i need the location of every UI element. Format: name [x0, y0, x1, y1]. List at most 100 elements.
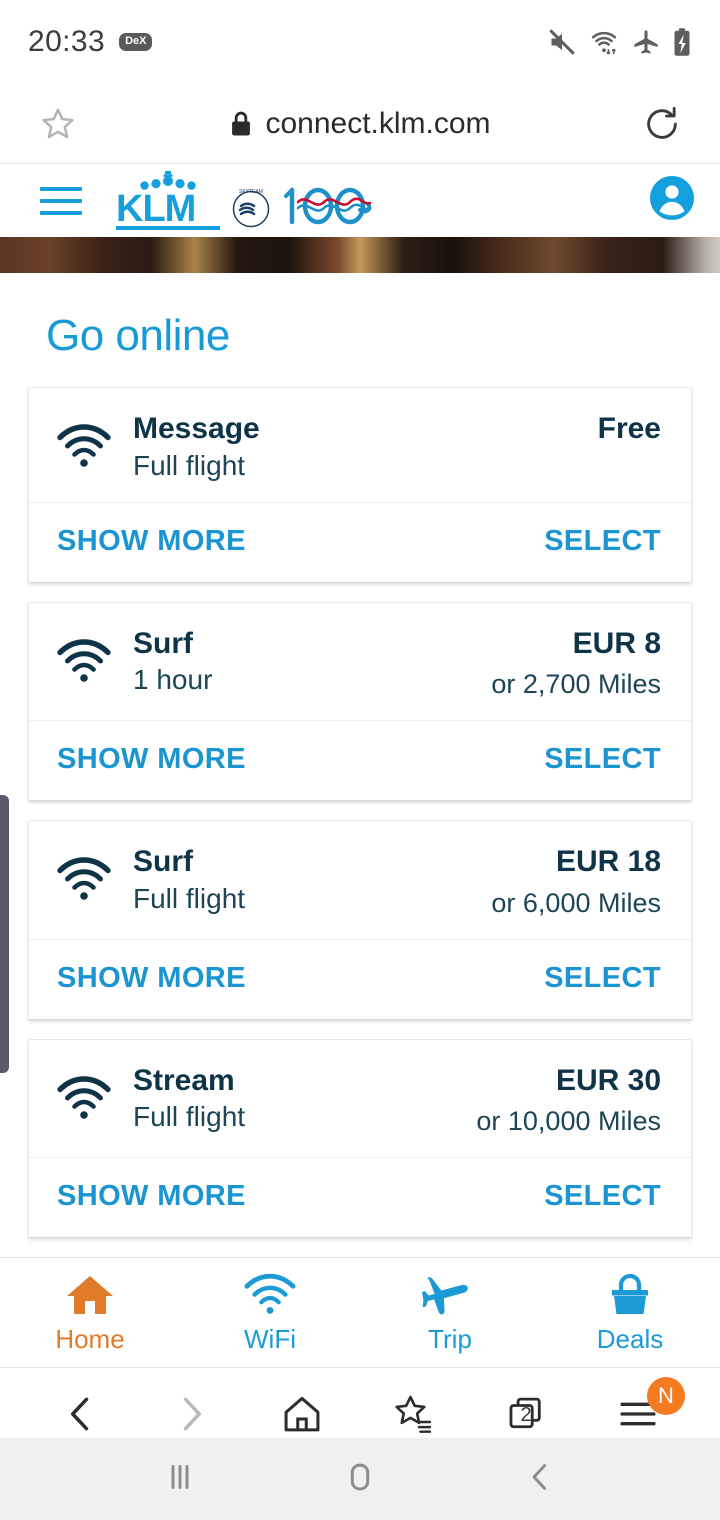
site-header: KLM SKYTEAM: [0, 164, 720, 237]
wifi-icon: [57, 1064, 129, 1125]
edge-panel-handle[interactable]: [0, 795, 9, 1073]
offer-card[interactable]: Surf Full flight EUR 18 or 6,000 Miles S…: [28, 820, 692, 1020]
account-icon[interactable]: [648, 174, 696, 227]
nav-item-trip[interactable]: Trip: [360, 1272, 540, 1355]
offer-card-actions: SHOW MORE SELECT: [29, 720, 691, 800]
back-chevron-icon: [532, 1463, 547, 1490]
klm-brand-mark: KLM: [116, 170, 220, 231]
offer-card-body: Surf 1 hour EUR 8 or 2,700 Miles: [29, 603, 691, 721]
offer-price-block: EUR 8 or 2,700 Miles: [491, 627, 661, 701]
offer-name: Surf: [133, 845, 193, 878]
browser-home-button[interactable]: [279, 1391, 325, 1437]
recents-icon: [171, 1464, 189, 1489]
show-more-button[interactable]: SHOW MORE: [57, 525, 246, 558]
nav-item-wifi[interactable]: WiFi: [180, 1272, 360, 1355]
app-bottom-nav: Home WiFi Trip Deals: [0, 1257, 720, 1367]
browser-menu-button[interactable]: N: [615, 1376, 685, 1434]
select-button[interactable]: SELECT: [544, 1180, 661, 1213]
offer-duration: Full flight: [133, 449, 246, 481]
wifi-icon: [244, 1273, 296, 1314]
show-more-button[interactable]: SHOW MORE: [57, 962, 246, 995]
hero-banner-image: [0, 237, 720, 273]
phone-screen: 20:33 DeX connect.klm.com KLM SKYTEAM Go…: [0, 0, 720, 1520]
wifi-icon: [57, 627, 129, 688]
url-text: connect.klm.com: [265, 106, 491, 140]
select-button[interactable]: SELECT: [544, 743, 661, 776]
offer-card-actions: SHOW MORE SELECT: [29, 938, 691, 1019]
nav-item-home[interactable]: Home: [0, 1272, 180, 1355]
offer-card-info: Stream Full flight: [129, 1064, 245, 1134]
wifi-icon: [57, 412, 129, 473]
browser-tabs-button[interactable]: 2: [503, 1391, 549, 1437]
airplane-icon: [421, 1277, 468, 1315]
klm-logo[interactable]: KLM SKYTEAM: [116, 170, 376, 231]
nav-item-deals[interactable]: Deals: [540, 1272, 720, 1355]
wifi-icon: [591, 31, 617, 55]
url-display[interactable]: connect.klm.com: [78, 107, 642, 141]
offer-card[interactable]: Message Full flight Free SHOW MORE SELEC…: [28, 387, 692, 583]
offer-price: EUR 8: [572, 626, 661, 660]
menu-notification-badge: N: [647, 1376, 685, 1415]
select-button[interactable]: SELECT: [544, 962, 661, 995]
status-bar-left: 20:33 DeX: [28, 25, 153, 59]
nav-label-home: Home: [55, 1324, 125, 1354]
star-icon[interactable]: [38, 104, 78, 144]
home-button[interactable]: [339, 1456, 381, 1503]
klm-wordmark: KLM: [116, 190, 220, 231]
page-content: Go online Message Full flight Free SHOW …: [0, 273, 720, 1238]
offer-miles: or 2,700 Miles: [491, 669, 661, 699]
offer-card-actions: SHOW MORE SELECT: [29, 501, 691, 582]
mute-icon: [549, 29, 575, 55]
back-icon: [71, 1397, 89, 1430]
forward-icon: [183, 1397, 201, 1430]
browser-bookmarks-button[interactable]: [391, 1391, 437, 1437]
offer-card[interactable]: Surf 1 hour EUR 8 or 2,700 Miles SHOW MO…: [28, 601, 692, 801]
offer-name: Stream: [133, 1063, 235, 1097]
offer-price: Free: [597, 412, 661, 445]
bag-icon: [612, 1273, 648, 1314]
house-icon: [67, 1276, 113, 1314]
show-more-button[interactable]: SHOW MORE: [57, 1180, 246, 1213]
select-button[interactable]: SELECT: [544, 525, 661, 558]
browser-url-bar[interactable]: connect.klm.com: [0, 84, 720, 164]
skyteam-icon: SKYTEAM: [232, 189, 270, 228]
status-time: 20:33: [28, 25, 106, 58]
browser-forward-button[interactable]: [169, 1392, 213, 1436]
offer-card-body: Surf Full flight EUR 18 or 6,000 Miles: [29, 821, 691, 939]
status-bar: 20:33 DeX: [0, 0, 720, 84]
airplane-mode-icon: [634, 30, 658, 54]
offer-duration: 1 hour: [133, 664, 213, 695]
offer-price-block: EUR 30 or 10,000 Miles: [476, 1064, 661, 1138]
offer-price-block: Free: [598, 412, 661, 455]
nav-label-wifi: WiFi: [244, 1324, 296, 1354]
wifi-icon: [57, 845, 129, 906]
nav-label-deals: Deals: [596, 1324, 664, 1354]
offer-miles: or 6,000 Miles: [491, 887, 661, 918]
back-button[interactable]: [519, 1456, 561, 1503]
offer-name: Surf: [133, 626, 193, 660]
lock-icon: [232, 111, 251, 135]
offer-miles: or 10,000 Miles: [476, 1106, 661, 1136]
offer-card-body: Message Full flight Free: [29, 388, 691, 502]
offer-card-body: Stream Full flight EUR 30 or 10,000 Mile…: [29, 1040, 691, 1158]
battery-charging-icon: [674, 28, 690, 56]
show-more-button[interactable]: SHOW MORE: [57, 743, 246, 776]
offer-card-info: Message Full flight: [129, 412, 260, 482]
offer-price-block: EUR 18 or 6,000 Miles: [491, 845, 661, 919]
system-navigation-bar: [0, 1438, 720, 1520]
offer-card[interactable]: Stream Full flight EUR 30 or 10,000 Mile…: [28, 1038, 692, 1238]
offer-price: EUR 18: [555, 845, 661, 878]
nav-label-trip: Trip: [428, 1324, 472, 1354]
browser-back-button[interactable]: [59, 1392, 103, 1436]
status-bar-right: [547, 27, 692, 57]
offer-card-info: Surf 1 hour: [129, 627, 212, 697]
reload-icon[interactable]: [642, 104, 682, 144]
recents-button[interactable]: [159, 1456, 201, 1503]
offer-card-actions: SHOW MORE SELECT: [29, 1157, 691, 1237]
hamburger-icon[interactable]: [40, 186, 82, 215]
offer-duration: Full flight: [133, 882, 246, 914]
home-circle-icon: [350, 1463, 370, 1490]
home-icon: [284, 1396, 320, 1431]
offer-price: EUR 30: [555, 1063, 661, 1097]
offer-duration: Full flight: [133, 1101, 246, 1132]
